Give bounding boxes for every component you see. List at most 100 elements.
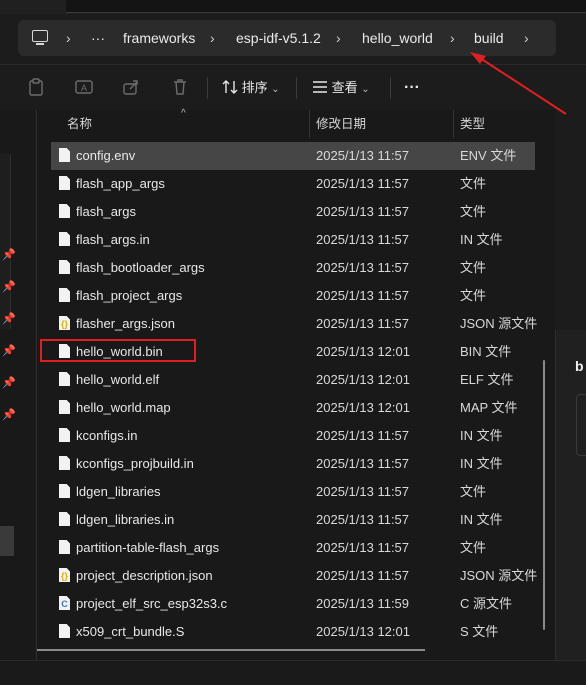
share-icon[interactable] bbox=[121, 78, 141, 98]
pin-icon[interactable]: 📌 bbox=[2, 344, 16, 358]
view-label: 查看 bbox=[331, 80, 358, 95]
file-name: flash_app_args bbox=[76, 176, 165, 191]
file-row[interactable]: flash_bootloader_args 2025/1/13 11:57 文件 bbox=[51, 254, 535, 282]
pin-icon[interactable]: 📌 bbox=[2, 376, 16, 390]
breadcrumb-frameworks[interactable]: frameworks bbox=[123, 20, 195, 56]
column-date[interactable]: 修改日期 bbox=[316, 110, 366, 138]
file-row[interactable]: config.env 2025/1/13 11:57 ENV 文件 bbox=[51, 142, 535, 170]
pin-icon[interactable]: 📌 bbox=[2, 248, 16, 262]
file-date: 2025/1/13 11:57 bbox=[316, 316, 410, 331]
file-name: project_description.json bbox=[76, 568, 213, 583]
pin-icon[interactable]: 📌 bbox=[2, 312, 16, 326]
this-pc-icon[interactable] bbox=[32, 30, 48, 45]
file-row[interactable]: hello_world.map 2025/1/13 12:01 MAP 文件 bbox=[51, 394, 535, 422]
file-row[interactable]: flash_args.in 2025/1/13 11:57 IN 文件 bbox=[51, 226, 535, 254]
chevron-right-icon[interactable]: › bbox=[524, 20, 529, 56]
file-icon bbox=[59, 232, 70, 246]
breadcrumb-hello-world[interactable]: hello_world bbox=[362, 20, 433, 56]
breadcrumb-esp-idf[interactable]: esp-idf-v5.1.2 bbox=[236, 20, 321, 56]
json-glyph-icon: {} bbox=[60, 571, 68, 581]
file-row[interactable]: kconfigs.in 2025/1/13 11:57 IN 文件 bbox=[51, 422, 535, 450]
file-date: 2025/1/13 11:57 bbox=[316, 428, 410, 443]
sort-button[interactable]: 排序 ⌄ bbox=[222, 78, 280, 98]
file-type: ENV 文件 bbox=[460, 148, 517, 163]
toolbar-divider bbox=[390, 77, 391, 99]
file-date: 2025/1/13 12:01 bbox=[316, 372, 410, 387]
chevron-down-icon: ⌄ bbox=[361, 84, 370, 95]
column-name[interactable]: 名称 bbox=[67, 110, 92, 138]
json-glyph-icon: {} bbox=[60, 319, 68, 329]
file-type: BIN 文件 bbox=[460, 344, 512, 359]
file-type: IN 文件 bbox=[460, 428, 503, 443]
breadcrumb-build[interactable]: build bbox=[474, 20, 504, 56]
details-title: b bbox=[575, 358, 584, 374]
pin-icon[interactable]: 📌 bbox=[2, 408, 16, 422]
breadcrumb-more[interactable]: ··· bbox=[91, 20, 105, 56]
file-list: ^ 名称 修改日期 类型 config.env 2025/1/13 11:57 EN… bbox=[36, 108, 555, 660]
file-icon bbox=[59, 512, 70, 526]
file-type: 文件 bbox=[460, 288, 487, 303]
file-row[interactable]: x509_crt_bundle.S 2025/1/13 12:01 S 文件 bbox=[51, 618, 535, 646]
view-button[interactable]: 查看 ⌄ bbox=[312, 78, 370, 98]
file-row[interactable]: flash_project_args 2025/1/13 11:57 文件 bbox=[51, 282, 535, 310]
file-icon bbox=[59, 288, 70, 302]
file-icon bbox=[59, 204, 70, 218]
file-date: 2025/1/13 11:57 bbox=[316, 484, 410, 499]
toolbar-divider bbox=[207, 77, 208, 99]
chevron-down-icon: ⌄ bbox=[271, 84, 280, 95]
file-type: S 文件 bbox=[460, 624, 499, 639]
file-type: IN 文件 bbox=[460, 232, 503, 247]
file-date: 2025/1/13 11:57 bbox=[316, 288, 410, 303]
sort-up-icon: ^ bbox=[181, 108, 186, 119]
status-bar bbox=[0, 660, 586, 685]
chevron-right-icon[interactable]: › bbox=[66, 20, 71, 56]
file-type: ELF 文件 bbox=[460, 372, 514, 387]
file-name: ldgen_libraries.in bbox=[76, 512, 175, 527]
column-type[interactable]: 类型 bbox=[460, 110, 485, 138]
nav-selected-item[interactable] bbox=[0, 526, 14, 556]
paste-icon[interactable] bbox=[26, 78, 46, 98]
vertical-scrollbar[interactable] bbox=[543, 360, 545, 630]
file-row[interactable]: {} flasher_args.json 2025/1/13 11:57 JSON 源… bbox=[51, 310, 537, 338]
file-date: 2025/1/13 11:57 bbox=[316, 456, 410, 471]
file-icon bbox=[59, 484, 70, 498]
address-bar[interactable]: › ··· frameworks › esp-idf-v5.1.2 › hell… bbox=[18, 20, 556, 56]
json-file-icon: {} bbox=[59, 568, 70, 582]
delete-icon[interactable] bbox=[170, 78, 190, 98]
file-type: 文件 bbox=[460, 540, 487, 555]
file-type: 文件 bbox=[460, 260, 487, 275]
file-row[interactable]: ldgen_libraries 2025/1/13 11:57 文件 bbox=[51, 478, 535, 506]
file-name: kconfigs_projbuild.in bbox=[76, 456, 194, 471]
file-row[interactable]: Cproject_elf_src_esp32s3.c 2025/1/13 11:5… bbox=[51, 590, 535, 618]
file-type: 文件 bbox=[460, 484, 487, 499]
file-date: 2025/1/13 11:57 bbox=[316, 148, 410, 163]
file-row[interactable]: {} project_description.json 2025/1/13 11:5… bbox=[51, 562, 537, 590]
horizontal-scrollbar[interactable] bbox=[37, 649, 425, 651]
file-name: kconfigs.in bbox=[76, 428, 138, 443]
file-row[interactable]: partition-table-flash_args 2025/1/13 11:5… bbox=[51, 534, 535, 562]
file-row[interactable]: kconfigs_projbuild.in 2025/1/13 11:57 IN 文… bbox=[51, 450, 535, 478]
file-row[interactable]: flash_app_args 2025/1/13 11:57 文件 bbox=[51, 170, 535, 198]
chevron-right-icon[interactable]: › bbox=[210, 20, 215, 56]
file-date: 2025/1/13 11:57 bbox=[316, 176, 410, 191]
file-row[interactable]: hello_world.elf 2025/1/13 12:01 ELF 文件 bbox=[51, 366, 535, 394]
file-icon bbox=[59, 372, 70, 386]
file-row[interactable]: flash_args 2025/1/13 11:57 文件 bbox=[51, 198, 535, 226]
rename-icon[interactable]: A bbox=[74, 78, 94, 98]
file-date: 2025/1/13 11:57 bbox=[316, 540, 410, 555]
chevron-right-icon[interactable]: › bbox=[336, 20, 341, 56]
file-name: flash_project_args bbox=[76, 288, 183, 303]
column-divider[interactable] bbox=[309, 110, 310, 138]
pin-icon[interactable]: 📌 bbox=[2, 280, 16, 294]
file-name: config.env bbox=[76, 148, 136, 163]
sort-icon bbox=[222, 80, 238, 94]
file-row[interactable]: ldgen_libraries.in 2025/1/13 11:57 IN 文件 bbox=[51, 506, 535, 534]
svg-text:A: A bbox=[81, 83, 87, 93]
navigation-pane: 📌 📌 📌 📌 📌 📌 bbox=[0, 110, 35, 660]
search-box-edge[interactable] bbox=[66, 0, 586, 13]
chevron-right-icon[interactable]: › bbox=[450, 20, 455, 56]
file-date: 2025/1/13 11:57 bbox=[316, 204, 410, 219]
file-type: IN 文件 bbox=[460, 512, 503, 527]
more-options-button[interactable]: ··· bbox=[404, 78, 420, 98]
column-divider[interactable] bbox=[453, 110, 454, 138]
